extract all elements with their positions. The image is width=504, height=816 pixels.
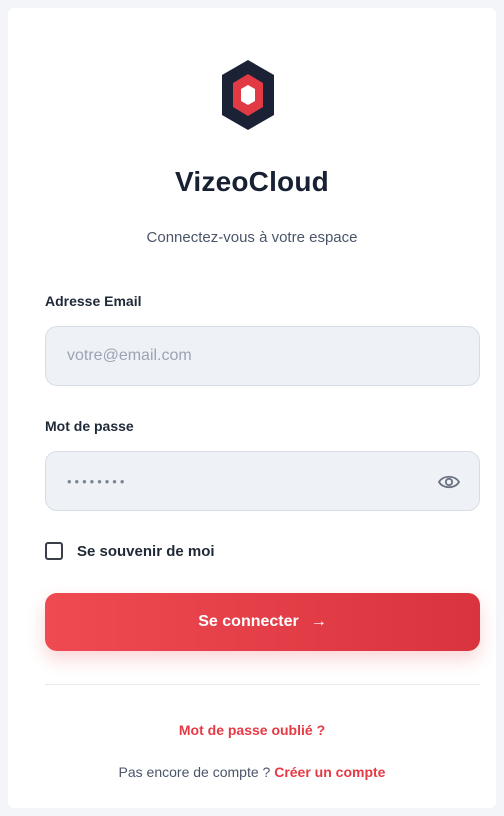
remember-me-checkbox[interactable] xyxy=(45,542,63,560)
forgot-password-link[interactable]: Mot de passe oublié ? xyxy=(0,722,504,738)
signup-prompt: Pas encore de compte ? xyxy=(118,764,271,780)
hexagon-logo-icon xyxy=(222,60,274,130)
divider xyxy=(45,684,480,685)
create-account-link[interactable]: Créer un compte xyxy=(274,764,385,780)
eye-icon[interactable] xyxy=(437,472,461,492)
email-label: Adresse Email xyxy=(45,293,142,309)
password-label: Mot de passe xyxy=(45,418,134,434)
app-subtitle: Connectez-vous à votre espace xyxy=(146,229,358,246)
arrow-right-icon: → xyxy=(310,613,327,630)
signup-row: Pas encore de compte ? Créer un compte xyxy=(0,764,504,780)
login-button-label: Se connecter xyxy=(198,613,299,630)
login-button[interactable]: Se connecter → xyxy=(45,593,480,651)
remember-me-label[interactable]: Se souvenir de moi xyxy=(77,543,215,560)
password-field[interactable] xyxy=(46,452,479,510)
email-field-box xyxy=(45,326,480,386)
remember-me-row: Se souvenir de moi xyxy=(45,540,215,562)
email-field[interactable] xyxy=(46,327,479,385)
password-field-box xyxy=(45,451,480,511)
app-title: VizeoCloud xyxy=(175,166,329,197)
